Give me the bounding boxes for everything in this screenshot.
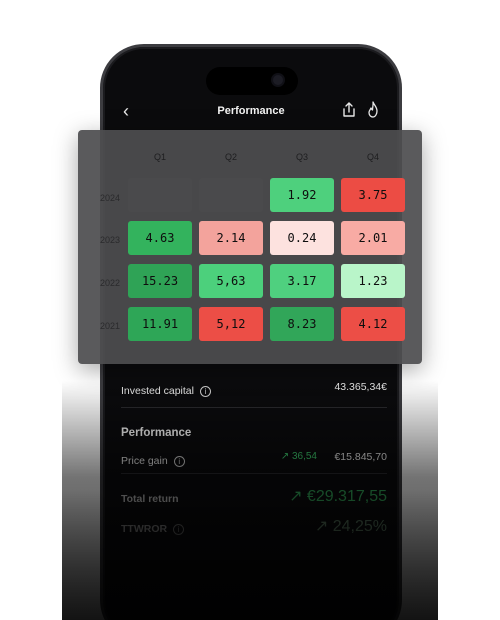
performance-section-title: Performance	[121, 427, 192, 439]
heatmap-cell[interactable]: 3.17	[270, 264, 334, 298]
year-label-2024: 2024	[99, 193, 120, 203]
heatmap-cell[interactable]: 3.75	[341, 178, 405, 212]
quarter-label-q2: Q2	[224, 152, 237, 162]
heatmap-cell[interactable]: 0.24	[270, 221, 334, 255]
returns-heatmap-card: Q1 Q2 Q3 Q4 2024 2023 2022 2021 1.92 3.7…	[78, 130, 422, 364]
heatmap-cell[interactable]: 1.92	[270, 178, 334, 212]
heatmap-cell[interactable]: 4.63	[128, 221, 192, 255]
year-label-2023: 2023	[99, 235, 120, 245]
price-gain-value: €15.845,70	[334, 451, 387, 463]
price-gain-percent: ↗ 36,54	[280, 451, 317, 462]
quarter-label-q1: Q1	[153, 152, 166, 162]
flame-icon[interactable]	[365, 101, 381, 119]
year-label-2021: 2021	[99, 321, 120, 331]
invested-capital-value: 43.365,34€	[334, 381, 387, 393]
performance-section: Performance	[121, 423, 387, 441]
info-icon[interactable]: i	[199, 386, 211, 397]
ttwror-value: ↗ 24,25%	[314, 518, 387, 535]
info-icon[interactable]: i	[173, 524, 185, 535]
heatmap-cell[interactable]	[128, 178, 192, 212]
heatmap-cell[interactable]: 1.23	[341, 264, 405, 298]
stage: ‹ Performance Invested capital i 43.365,3…	[0, 0, 500, 620]
share-icon[interactable]	[341, 101, 357, 119]
heatmap-cell[interactable]: 8.23	[270, 307, 334, 341]
divider	[121, 473, 387, 474]
heatmap-cell[interactable]: 5,63	[199, 264, 263, 298]
price-gain-row: Price gain i €15.845,70 ↗ 36,54	[121, 451, 387, 469]
ttwror-row: TTWROR i ↗ 24,25%	[121, 518, 387, 537]
navigation-bar: ‹ Performance	[103, 97, 399, 125]
year-label-2022: 2022	[99, 278, 120, 288]
invested-capital-label: Invested capital	[121, 385, 194, 397]
total-return-value: ↗ €29.317,55	[289, 488, 387, 505]
price-gain-label: Price gain	[121, 455, 168, 467]
camera-dot	[271, 73, 285, 87]
heatmap-cell[interactable]: 2.14	[199, 221, 263, 255]
quarter-label-q3: Q3	[295, 152, 308, 162]
quarter-label-q4: Q4	[366, 152, 379, 162]
heatmap-cell[interactable]: 11.91	[128, 307, 192, 341]
divider	[121, 407, 387, 408]
invested-capital-row: Invested capital i 43.365,34€	[121, 381, 387, 399]
heatmap-cell[interactable]: 2.01	[341, 221, 405, 255]
ttwror-label: TTWROR	[121, 523, 168, 535]
total-return-label: Total return	[121, 493, 179, 505]
heatmap-cell[interactable]: 4.12	[341, 307, 405, 341]
heatmap-cell[interactable]	[199, 178, 263, 212]
info-icon[interactable]: i	[173, 456, 185, 467]
total-return-row: Total return ↗ €29.317,55	[121, 488, 387, 507]
heatmap-cell[interactable]: 5,12	[199, 307, 263, 341]
heatmap-cell[interactable]: 15.23	[128, 264, 192, 298]
